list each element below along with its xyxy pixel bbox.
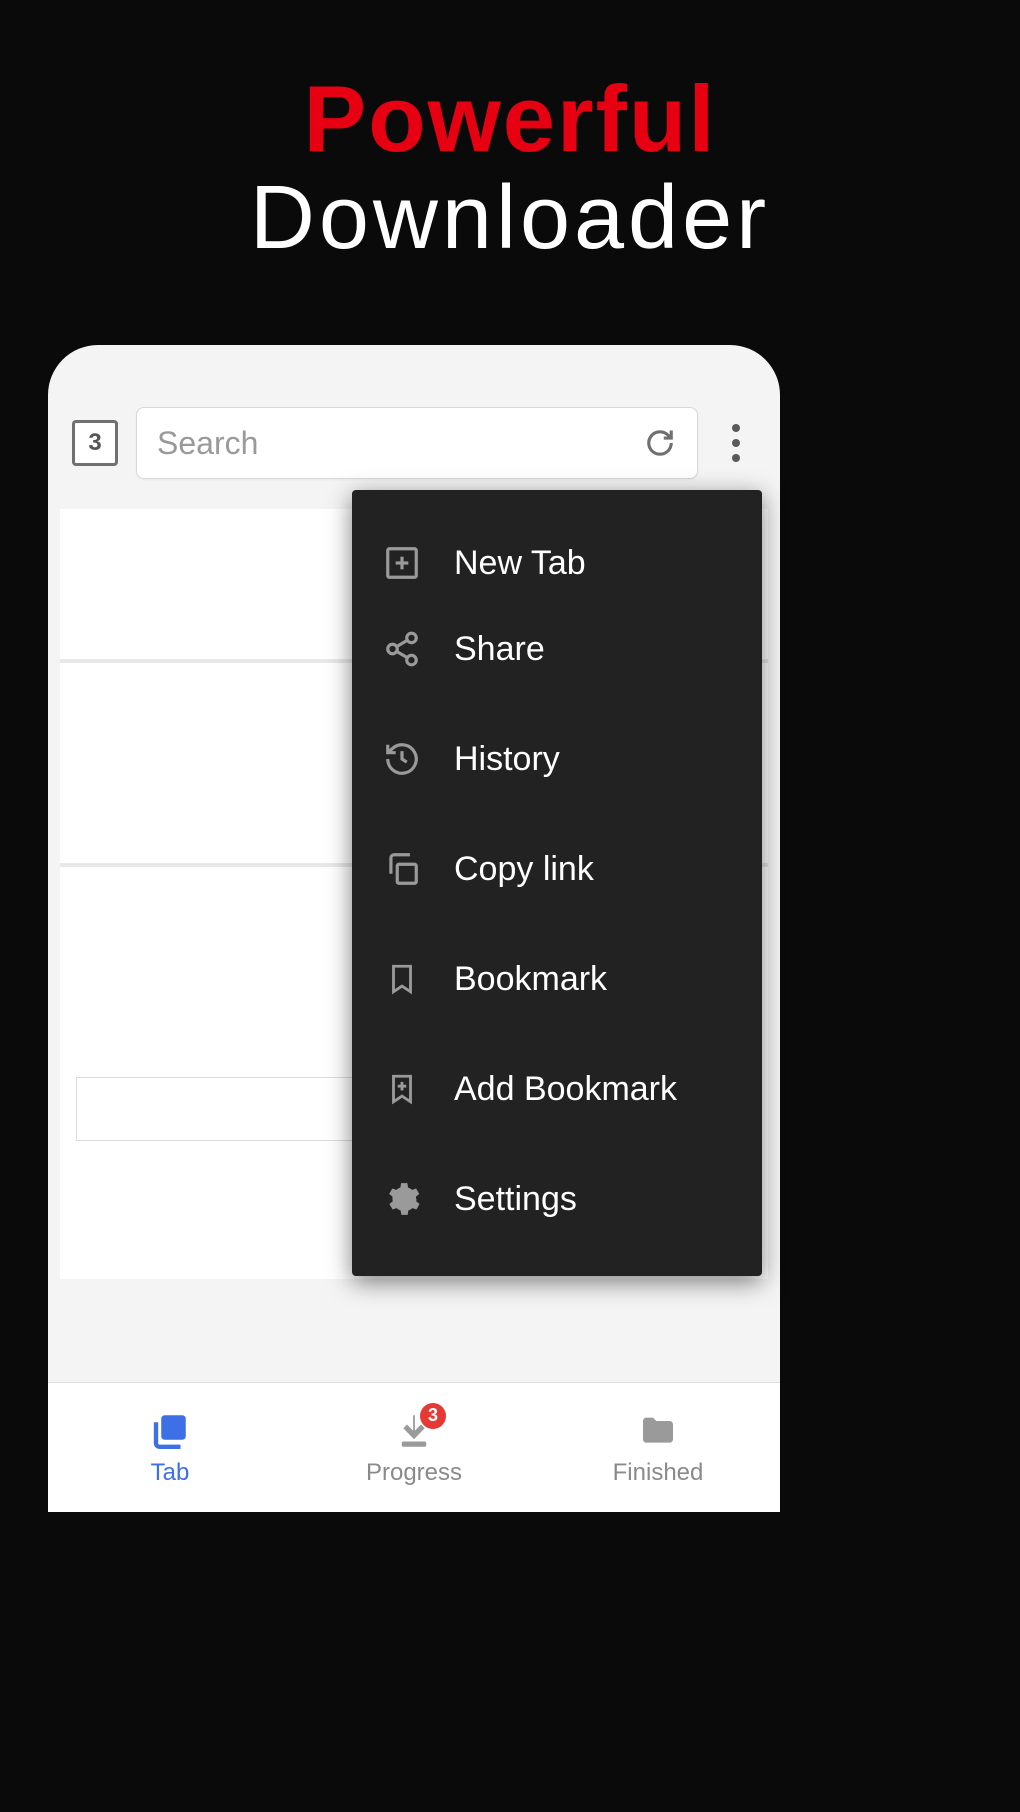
add-bookmark-icon: [382, 1069, 422, 1109]
menu-item-history[interactable]: History: [352, 716, 762, 802]
overflow-menu: New Tab Share History: [352, 490, 762, 1276]
share-icon: [382, 629, 422, 669]
more-dot: [732, 454, 740, 462]
menu-item-copy-link[interactable]: Copy link: [352, 826, 762, 912]
menu-label: Bookmark: [454, 960, 607, 999]
menu-item-settings[interactable]: Settings: [352, 1156, 762, 1242]
bookmark-icon: [382, 959, 422, 999]
nav-label: Finished: [613, 1459, 704, 1487]
menu-label: New Tab: [454, 544, 586, 583]
copy-icon: [382, 849, 422, 889]
settings-icon: [382, 1179, 422, 1219]
search-input[interactable]: Search: [136, 407, 698, 479]
folder-icon: [636, 1409, 680, 1453]
nav-label: Progress: [366, 1459, 462, 1487]
bottom-nav: Tab 3 Progress Finished: [48, 1382, 780, 1512]
search-placeholder: Search: [157, 425, 643, 462]
nav-item-progress[interactable]: 3 Progress: [292, 1383, 536, 1512]
menu-label: Copy link: [454, 850, 594, 889]
top-bar: 3 Search: [48, 345, 780, 479]
tab-icon: [148, 1409, 192, 1453]
hero-line2: Downloader: [0, 167, 1020, 270]
menu-item-new-tab[interactable]: New Tab: [352, 520, 762, 606]
more-dot: [732, 424, 740, 432]
menu-label: Add Bookmark: [454, 1070, 677, 1109]
menu-item-add-bookmark[interactable]: Add Bookmark: [352, 1046, 762, 1132]
tab-count-button[interactable]: 3: [72, 420, 118, 466]
hero-title: Powerful Downloader: [0, 0, 1020, 270]
more-menu-button[interactable]: [716, 419, 756, 467]
menu-item-share[interactable]: Share: [352, 606, 762, 692]
tab-count-value: 3: [88, 429, 101, 457]
menu-label: Settings: [454, 1180, 577, 1219]
download-icon: 3: [392, 1409, 436, 1453]
plus-box-icon: [382, 543, 422, 583]
refresh-icon[interactable]: [643, 426, 677, 460]
menu-label: Share: [454, 630, 545, 669]
nav-item-finished[interactable]: Finished: [536, 1383, 780, 1512]
hero-line1: Powerful: [0, 65, 1020, 173]
progress-badge: 3: [420, 1403, 446, 1429]
nav-label: Tab: [151, 1459, 190, 1487]
nav-item-tab[interactable]: Tab: [48, 1383, 292, 1512]
menu-item-bookmark[interactable]: Bookmark: [352, 936, 762, 1022]
menu-label: History: [454, 740, 560, 779]
history-icon: [382, 739, 422, 779]
more-dot: [732, 439, 740, 447]
